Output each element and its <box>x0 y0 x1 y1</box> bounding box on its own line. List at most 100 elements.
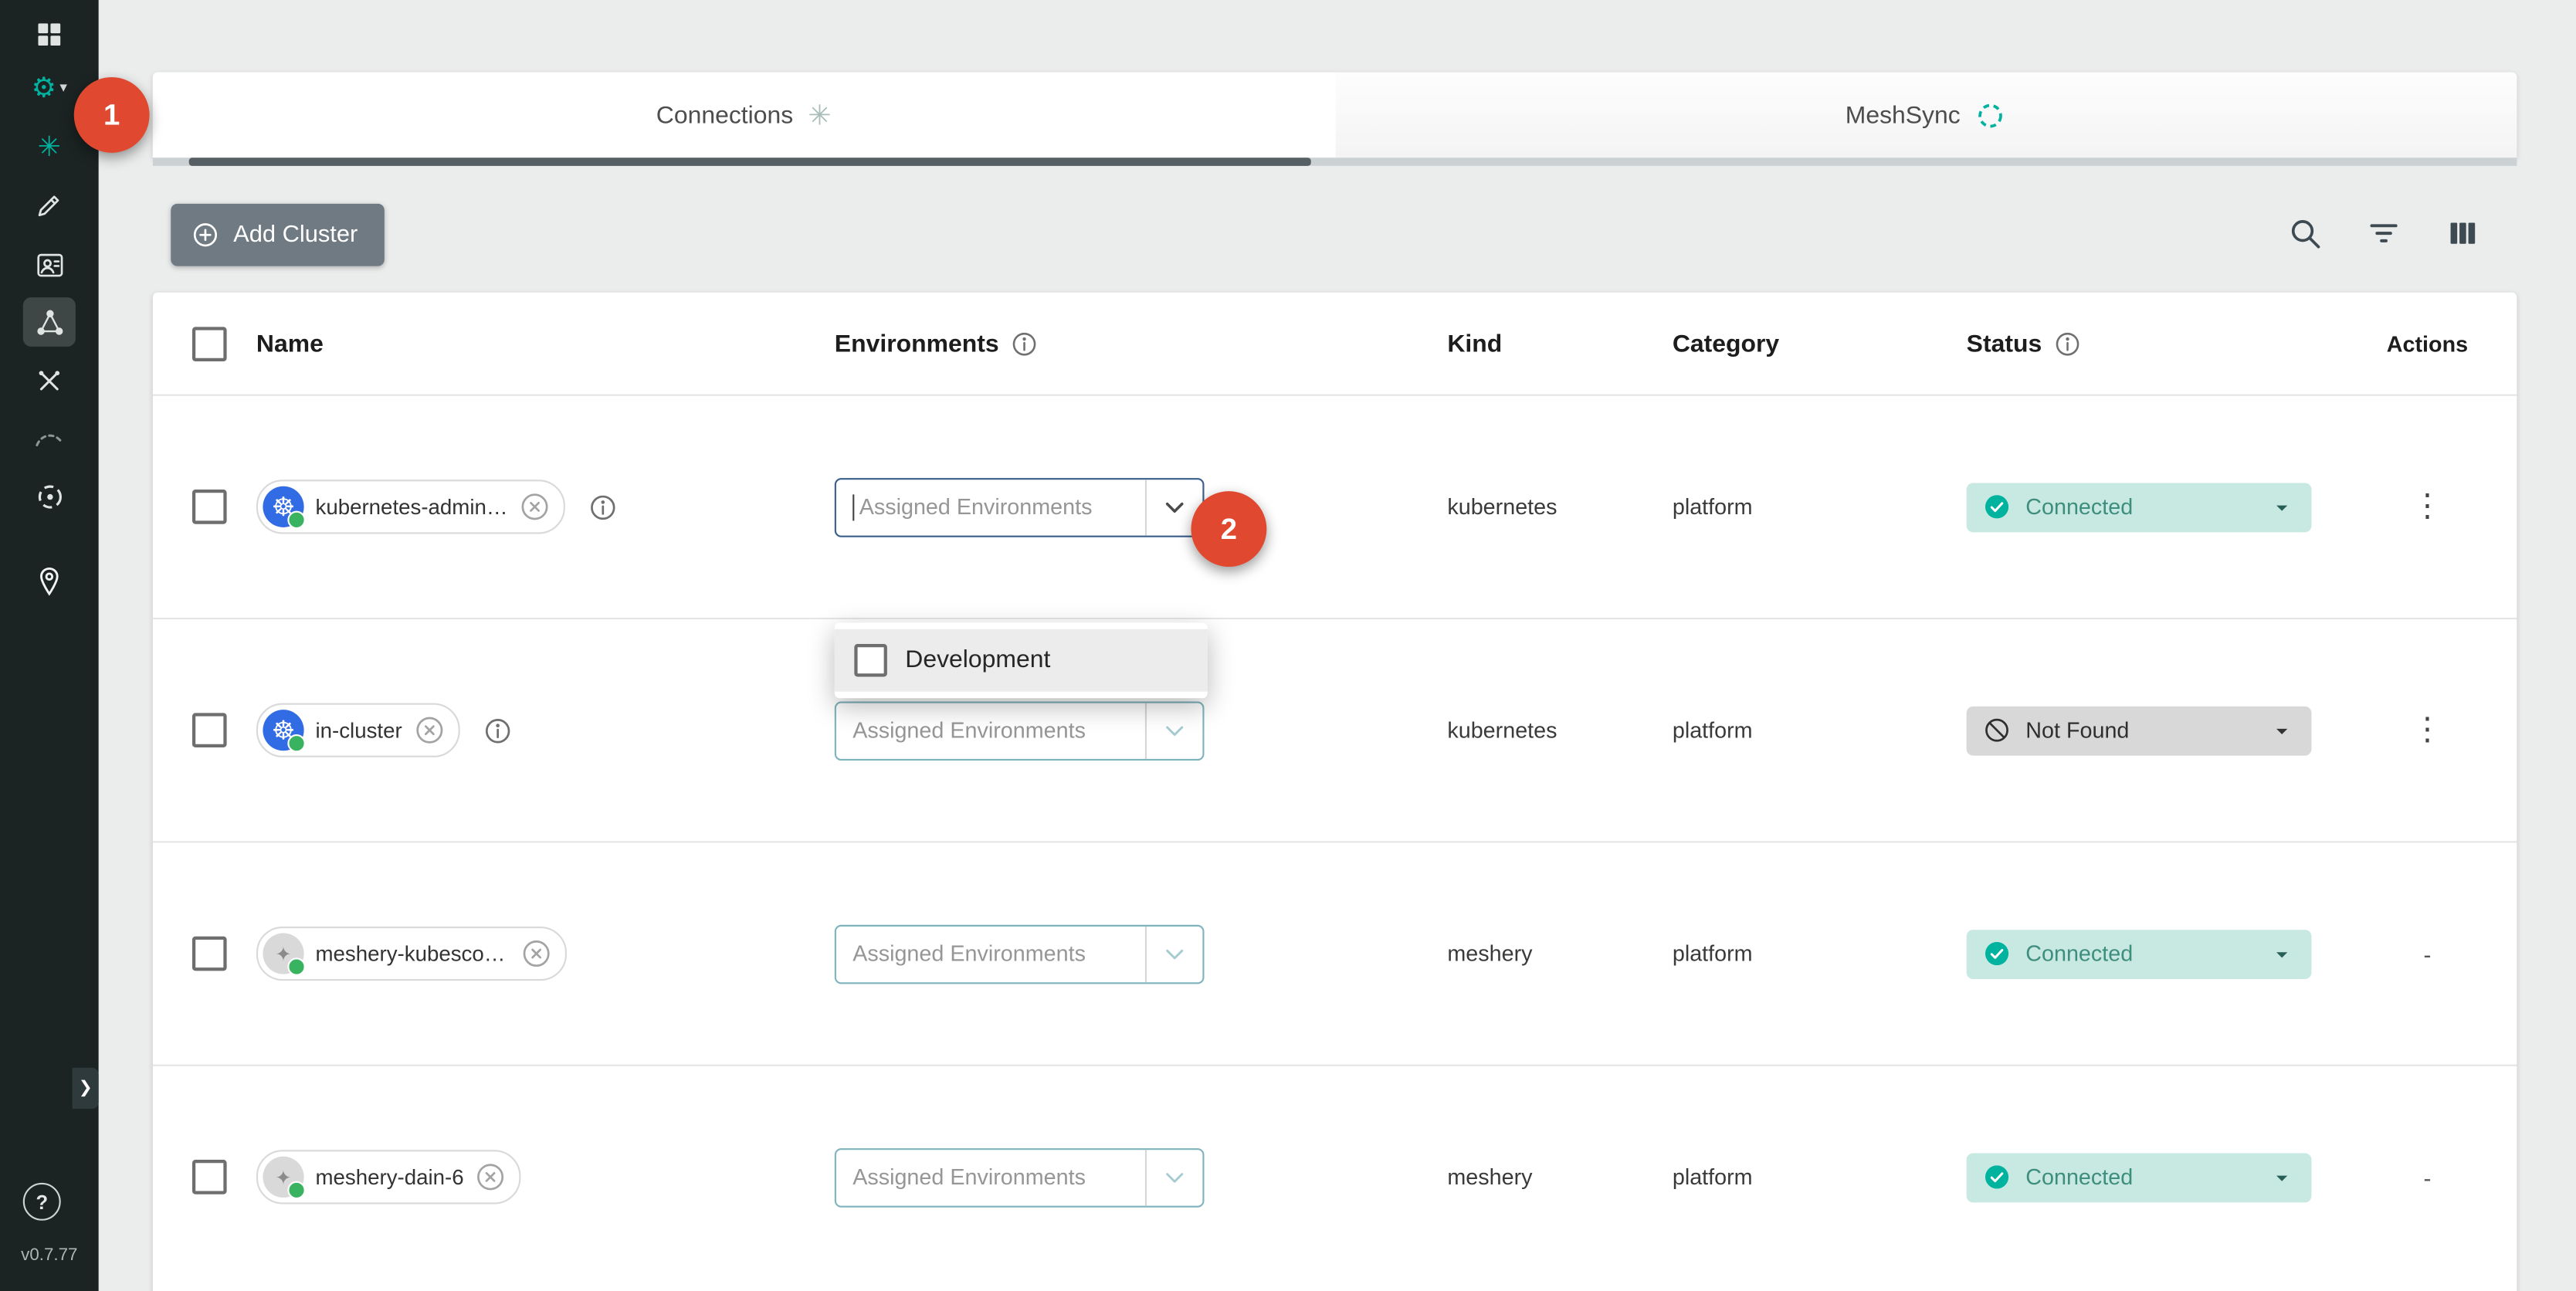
tab-connections[interactable]: Connections ✳ <box>153 73 1335 158</box>
status-dot <box>287 734 305 752</box>
tab-indicator-track <box>153 158 2517 166</box>
chevron-down-icon[interactable] <box>1145 703 1202 758</box>
dashboard-icon[interactable] <box>0 7 99 63</box>
search-icon[interactable] <box>2287 215 2323 259</box>
column-header-status[interactable]: Status <box>1967 330 2042 357</box>
table-row: ✦ meshery-kubescop… Assigned Environment… <box>153 841 2517 1064</box>
dropdown-item-development[interactable]: Development <box>835 629 1208 691</box>
tab-meshsync[interactable]: MeshSync <box>1335 73 2517 158</box>
column-header-kind[interactable]: Kind <box>1447 330 1502 357</box>
conformance-icon[interactable] <box>0 236 99 292</box>
dropdown-item-label: Development <box>905 646 1050 673</box>
chevron-right-icon: ❯ <box>79 1079 93 1097</box>
sidebar: ⚙ ▾ ✳ ❯ ? v0.7.77 <box>0 0 99 1291</box>
environments-select[interactable]: Assigned Environments <box>835 1147 1205 1207</box>
chip-delete-icon[interactable] <box>414 714 445 745</box>
connection-name: meshery-kubescop… <box>315 941 509 966</box>
row-actions-menu[interactable]: ⋮ <box>2412 714 2442 745</box>
tab-active-indicator <box>188 158 1311 166</box>
connection-chip[interactable]: ✦ meshery-kubescop… <box>256 927 567 981</box>
status-badge[interactable]: Connected <box>1967 929 2312 978</box>
configuration-icon[interactable] <box>0 178 99 233</box>
column-header-category[interactable]: Category <box>1673 330 1779 357</box>
add-cluster-button[interactable]: Add Cluster <box>171 204 384 266</box>
performance-icon[interactable] <box>0 409 99 465</box>
chip-delete-icon[interactable] <box>476 1161 507 1192</box>
meshery-avatar: ✦ <box>263 933 303 974</box>
chevron-down-icon[interactable] <box>1145 1149 1202 1205</box>
version-label: v0.7.77 <box>0 1245 99 1266</box>
annotation-step-2: 2 <box>1191 491 1266 567</box>
location-pin-icon[interactable] <box>0 554 99 609</box>
status-badge[interactable]: Connected <box>1967 1152 2312 1201</box>
slash-circle-icon <box>1983 717 2011 744</box>
sidebar-expand-icon[interactable]: ❯ <box>73 1068 99 1109</box>
connection-name: meshery-dain-6 <box>315 1164 463 1189</box>
status-label: Connected <box>2025 1164 2133 1189</box>
environments-placeholder: Assigned Environments <box>852 1164 1145 1189</box>
column-header-name[interactable]: Name <box>256 330 324 357</box>
category-cell: platform <box>1673 494 1753 519</box>
kind-cell: kubernetes <box>1447 494 1557 519</box>
chip-delete-icon[interactable] <box>520 938 551 969</box>
row-actions-none: - <box>2423 940 2431 967</box>
column-header-environments[interactable]: Environments <box>835 330 999 357</box>
annotation-label: 1 <box>103 98 120 133</box>
row-checkbox[interactable] <box>192 713 227 747</box>
select-all-checkbox[interactable] <box>192 326 227 361</box>
dropdown-item-checkbox[interactable] <box>854 643 887 676</box>
row-actions-menu[interactable]: ⋮ <box>2412 491 2442 522</box>
status-dot <box>287 1181 305 1199</box>
page: ⚙ ▾ ✳ ❯ ? v0.7.77 <box>0 0 2576 1291</box>
main-content: Connections ✳ MeshSync Add Cluster <box>99 0 2576 1291</box>
status-badge[interactable]: Not Found <box>1967 706 2312 755</box>
column-header-actions: Actions <box>2387 331 2468 356</box>
environments-placeholder: Assigned Environments <box>852 941 1145 966</box>
annotation-label: 2 <box>1221 512 1237 547</box>
connections-network-icon[interactable] <box>0 294 99 350</box>
status-badge[interactable]: Connected <box>1967 482 2312 531</box>
connection-chip[interactable]: ✦ meshery-dain-6 <box>256 1150 521 1204</box>
chip-delete-icon[interactable] <box>519 491 550 522</box>
check-circle-icon <box>1983 1163 2011 1191</box>
status-dot <box>287 957 305 975</box>
environments-placeholder: Assigned Environments <box>852 718 1145 743</box>
filter-icon[interactable] <box>2366 215 2402 259</box>
row-actions-none: - <box>2423 1164 2431 1190</box>
table-row: ✦ meshery-dain-6 Assigned Environments m… <box>153 1065 2517 1288</box>
caret-down-icon <box>2269 1164 2295 1190</box>
status-label: Connected <box>2025 494 2133 519</box>
extensions-icon[interactable] <box>0 468 99 524</box>
connection-chip[interactable]: ☸ kubernetes-admin… <box>256 479 565 534</box>
environments-select[interactable]: Assigned Environments <box>835 924 1205 984</box>
connection-name: in-cluster <box>315 718 402 743</box>
plus-circle-icon <box>191 220 220 249</box>
star-glyph: ✳ <box>38 132 61 160</box>
meshsync-spinner-icon <box>1975 100 2006 130</box>
kind-cell: kubernetes <box>1447 718 1557 743</box>
table-row: ☸ kubernetes-admin… Assigned Environment… <box>153 395 2517 618</box>
row-checkbox[interactable] <box>192 937 227 971</box>
columns-view-icon[interactable] <box>2445 215 2481 259</box>
check-circle-icon <box>1983 940 2011 967</box>
environments-select[interactable]: Assigned Environments <box>835 700 1205 760</box>
environments-info-icon[interactable] <box>1011 330 1039 357</box>
kubernetes-avatar: ☸ <box>263 710 303 751</box>
gear-glyph: ⚙ <box>32 73 56 101</box>
chevron-down-icon[interactable] <box>1145 926 1202 981</box>
tab-bar: Connections ✳ MeshSync <box>153 73 2517 158</box>
environments-placeholder: Assigned Environments <box>859 494 1145 519</box>
tab-connections-label: Connections <box>656 101 793 129</box>
toolkit-icon[interactable] <box>0 353 99 408</box>
row-checkbox[interactable] <box>192 1160 227 1194</box>
connection-chip[interactable]: ☸ in-cluster <box>256 703 459 757</box>
info-icon[interactable] <box>483 716 512 745</box>
help-icon[interactable]: ? <box>23 1183 61 1221</box>
environments-select[interactable]: Assigned Environments <box>835 477 1205 537</box>
info-icon[interactable] <box>588 492 618 521</box>
row-checkbox[interactable] <box>192 490 227 524</box>
category-cell: platform <box>1673 718 1753 743</box>
status-info-icon[interactable] <box>2053 330 2081 357</box>
environments-dropdown: Development <box>835 622 1208 697</box>
kubernetes-avatar: ☸ <box>263 486 303 527</box>
